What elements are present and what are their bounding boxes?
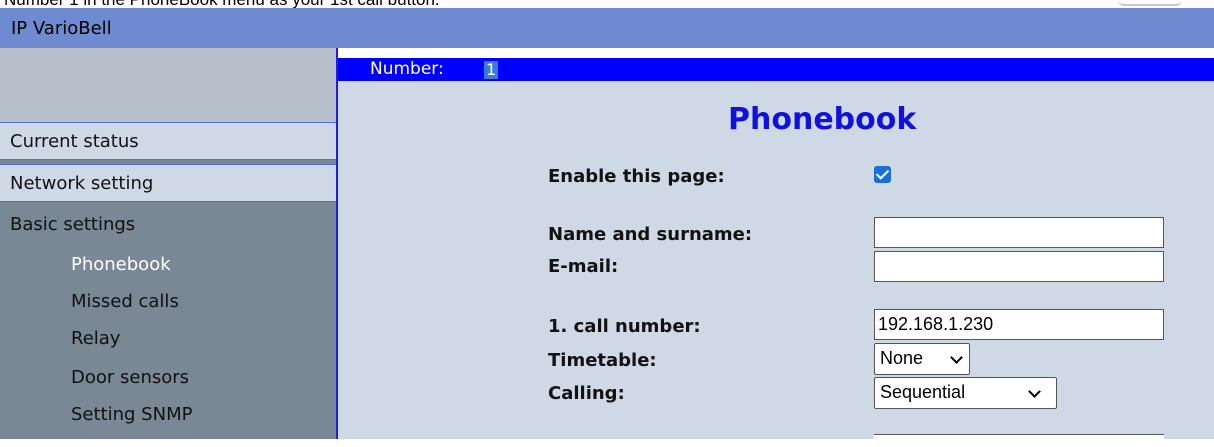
page-title: Phonebook — [728, 102, 917, 137]
number-value: 1 — [484, 60, 499, 79]
timetable-label: Timetable: — [548, 350, 657, 371]
sidebar-item-missed-calls[interactable]: Missed calls — [71, 291, 179, 312]
chevron-down-icon — [950, 351, 963, 364]
call-number-1-label: 1. call number: — [548, 316, 701, 337]
sidebar-item-door-sensors[interactable]: Door sensors — [71, 367, 189, 388]
timetable-selected-value: None — [880, 348, 924, 368]
app-title: IP VarioBell — [11, 18, 112, 39]
app-title-bar: IP VarioBell — [0, 8, 1214, 48]
decorative-logo-icon — [1118, 0, 1182, 6]
chevron-down-icon — [1028, 385, 1041, 398]
enable-page-checkbox[interactable] — [874, 166, 891, 183]
name-label: Name and surname: — [548, 224, 753, 245]
sidebar-item-relay[interactable]: Relay — [71, 328, 120, 349]
email-field[interactable] — [874, 251, 1164, 282]
sidebar-item-setting-snmp[interactable]: Setting SNMP — [71, 404, 192, 425]
sidebar-item-label: Current status — [10, 131, 139, 152]
calling-selected-value: Sequential — [880, 382, 966, 402]
sidebar-item-label: Network setting — [10, 173, 154, 194]
sidebar-section-basic-settings[interactable]: Basic settings — [10, 214, 135, 235]
number-label: Number: — [370, 59, 444, 79]
sidebar-item-current-status[interactable]: Current status — [0, 122, 336, 160]
number-bar: Number: 1 — [338, 58, 1214, 81]
calling-select[interactable]: Sequential — [874, 377, 1057, 409]
calling-label: Calling: — [548, 383, 625, 404]
enable-page-label: Enable this page: — [548, 166, 725, 187]
sidebar-header-area — [0, 48, 336, 122]
call-number-1-field[interactable] — [874, 309, 1164, 340]
timetable-select[interactable]: None — [874, 343, 970, 375]
sidebar-item-network-setting[interactable]: Network setting — [0, 164, 336, 202]
sidebar-item-phonebook[interactable]: Phonebook — [71, 254, 171, 275]
name-field[interactable] — [874, 217, 1164, 248]
partially-visible-field[interactable] — [874, 434, 1164, 447]
email-label: E-mail: — [548, 256, 619, 277]
